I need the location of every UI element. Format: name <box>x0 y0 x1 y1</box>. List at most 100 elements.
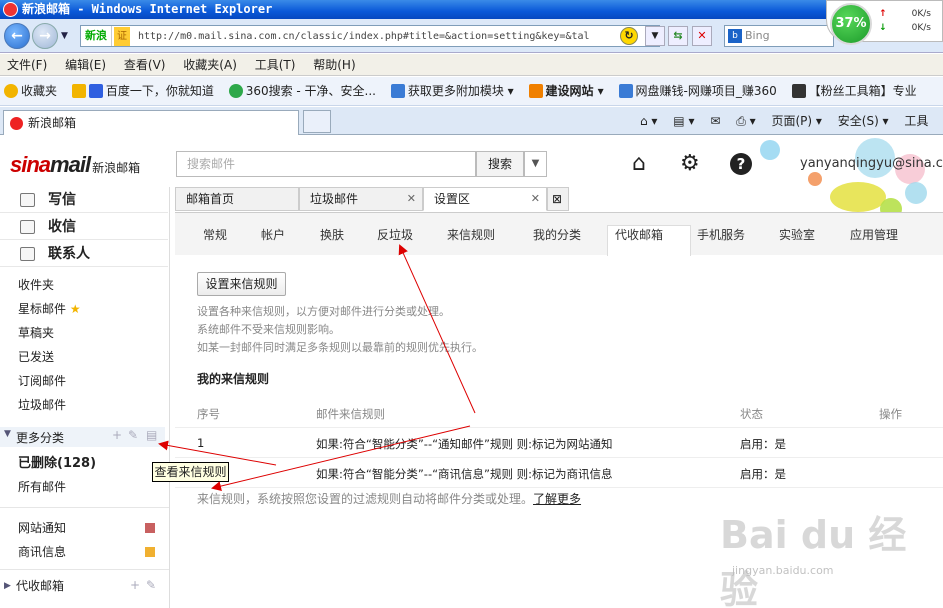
compat-view-icon[interactable]: ↻ <box>620 27 638 45</box>
fav-item-addons[interactable]: 获取更多附加模块 ▾ <box>387 77 518 105</box>
fav-item-netdisk[interactable]: 网盘赚钱-网赚项目_赚360 <box>615 77 781 105</box>
home-button[interactable]: ⌂ ▾ <box>640 109 657 133</box>
desc-line-3: 如某一封邮件同时满足多条规则以最靠前的规则优先执行。 <box>197 341 483 354</box>
my-rules-heading: 我的来信规则 <box>197 372 270 386</box>
cert-badge[interactable]: 证 <box>114 27 130 46</box>
sina-mail-logo[interactable]: sinamail 新浪邮箱 <box>10 152 140 178</box>
mail-search-input[interactable]: 搜索邮件 <box>176 151 476 177</box>
fav-item-360[interactable]: 360搜索 - 干净、安全... <box>225 77 380 105</box>
receive-button[interactable]: 收信 <box>0 214 168 240</box>
chevron-down-icon[interactable]: ▼ <box>524 151 547 177</box>
menu-tools[interactable]: 工具(T) <box>248 54 303 76</box>
folder-spam[interactable]: 垃圾邮件 <box>18 396 66 414</box>
folder-inbox[interactable]: 收件夹 <box>18 276 54 294</box>
history-dropdown-icon[interactable]: ▼ <box>61 31 68 41</box>
folder-deleted[interactable]: 已删除(128) <box>18 455 96 473</box>
fav-item-build-site[interactable]: 建设网站 ▾ <box>525 77 608 105</box>
rule-no: 1 <box>197 436 205 450</box>
decor-flower <box>808 172 822 186</box>
contacts-button[interactable]: 联系人 <box>0 241 168 267</box>
read-mail-button[interactable]: ✉ <box>710 109 720 133</box>
close-all-tabs-icon[interactable]: ⊠ <box>547 187 569 211</box>
safety-menu[interactable]: 安全(S) ▾ <box>838 109 889 133</box>
tools-menu[interactable]: 工具 <box>904 109 928 133</box>
help-icon[interactable]: ? <box>730 153 752 175</box>
page-menu[interactable]: 页面(P) ▾ <box>771 109 821 133</box>
user-email[interactable]: yanyanqingyu@sina.cn <box>800 156 943 171</box>
more-categories-row[interactable]: ▼ 更多分类 + ✎ ▤ <box>0 427 165 447</box>
print-button[interactable]: ⎙ ▾ <box>736 109 755 133</box>
ie-page-icon <box>618 84 633 98</box>
gear-icon[interactable]: ⚙ <box>680 153 700 175</box>
address-dropdown-icon[interactable]: ▼ <box>645 26 665 46</box>
browser-search-input[interactable]: b Bing <box>724 25 834 47</box>
triangle-right-icon[interactable]: ▶ <box>4 581 11 591</box>
browser-tab-label: 新浪邮箱 <box>28 116 77 130</box>
network-speed-widget[interactable]: 37% ↑ 0K/s ↓ 0K/s <box>826 0 943 45</box>
stop-icon[interactable]: ✕ <box>692 26 712 46</box>
window-titlebar: 新浪邮箱 - Windows Internet Explorer <box>0 0 943 19</box>
col-header-action: 操作 <box>879 407 902 421</box>
folder-starred[interactable]: 星标邮件 ★ <box>18 300 81 318</box>
feeds-button[interactable]: ▤ ▾ <box>673 109 694 133</box>
home-icon[interactable]: ⌂ <box>632 153 646 175</box>
folder-drafts[interactable]: 草稿夹 <box>18 324 54 342</box>
close-icon[interactable]: ✕ <box>407 188 416 210</box>
address-bar[interactable]: 新浪证 http://m0.mail.sina.com.cn/classic/in… <box>80 25 660 47</box>
table-header: 序号 邮件来信规则 状态 操作 <box>175 398 943 428</box>
add-icon[interactable]: + <box>130 578 140 592</box>
desc-line-1: 设置各种来信规则，以方便对邮件进行分类或处理。 <box>197 305 450 318</box>
favorites-button[interactable]: 收藏夹 <box>0 77 61 105</box>
subtab-account[interactable]: 帐户 <box>261 226 285 243</box>
tools-icon <box>791 84 806 98</box>
compose-button[interactable]: 写信 <box>0 187 168 213</box>
subtab-my-categories[interactable]: 我的分类 <box>533 226 581 243</box>
tab-mail-home[interactable]: 邮箱首页 <box>175 187 299 211</box>
edit-icon[interactable]: ✎ <box>128 428 138 442</box>
back-arrow-icon[interactable]: ← <box>4 23 30 49</box>
subtab-lab[interactable]: 实验室 <box>779 226 815 243</box>
folder-subscriptions[interactable]: 订阅邮件 <box>18 372 66 390</box>
bing-logo-icon: b <box>728 29 742 43</box>
favorites-bar: 收藏夹 百度一下，你就知道 360搜索 - 干净、安全... 获取更多附加模块 … <box>0 77 943 106</box>
menu-file[interactable]: 文件(F) <box>0 54 54 76</box>
edit-icon[interactable]: ✎ <box>146 578 156 592</box>
new-tab-button[interactable] <box>303 110 331 133</box>
subtab-skin[interactable]: 换肤 <box>320 226 344 243</box>
label-business-info[interactable]: 商讯信息 <box>18 543 66 561</box>
learn-more-link[interactable]: 了解更多 <box>533 492 581 506</box>
subtab-general[interactable]: 常规 <box>203 226 227 243</box>
subtab-mobile[interactable]: 手机服务 <box>697 226 745 243</box>
subtab-collect-mail[interactable]: 代收邮箱 <box>615 226 663 243</box>
forward-arrow-icon[interactable]: → <box>32 23 58 49</box>
set-rule-button[interactable]: 设置来信规则 <box>197 272 286 296</box>
label-site-notice[interactable]: 网站通知 <box>18 519 66 537</box>
menu-edit[interactable]: 编辑(E) <box>58 54 113 76</box>
table-row[interactable]: 1 如果:符合“智能分类”--“通知邮件”规则 则:标记为网站通知 启用：是 <box>175 428 943 458</box>
tab-spam[interactable]: 垃圾邮件 ✕ <box>299 187 423 211</box>
menu-favorites[interactable]: 收藏夹(A) <box>176 54 244 76</box>
menu-view[interactable]: 查看(V) <box>117 54 173 76</box>
subtab-incoming-rules[interactable]: 来信规则 <box>447 226 495 243</box>
refresh-icon[interactable]: ⇆ <box>668 26 688 46</box>
subtab-app-manage[interactable]: 应用管理 <box>850 226 898 243</box>
ie-app-icon <box>3 2 18 17</box>
subtab-antispam[interactable]: 反垃圾 <box>377 226 413 243</box>
folder-sent[interactable]: 已发送 <box>18 348 54 366</box>
table-row[interactable]: 如果:符合“智能分类”--“商讯信息”规则 则:标记为商讯信息 启用：是 <box>175 458 943 488</box>
folder-collect-mail[interactable]: 代收邮箱 <box>16 577 64 595</box>
close-icon[interactable]: ✕ <box>531 188 540 210</box>
settings-subnav: 常规 帐户 换肤 反垃圾 来信规则 我的分类 代收邮箱 手机服务 实验室 应用管… <box>175 212 943 256</box>
contacts-icon <box>20 247 35 261</box>
browser-tab-sina-mail[interactable]: 新浪邮箱 <box>3 110 299 135</box>
add-icon[interactable]: + <box>112 428 122 442</box>
menu-help[interactable]: 帮助(H) <box>306 54 362 76</box>
fav-item-fans-toolbox[interactable]: 【粉丝工具箱】专业 <box>788 77 921 105</box>
tab-settings[interactable]: 设置区 ✕ <box>423 187 547 211</box>
mail-search-button[interactable]: 搜索 <box>476 151 524 177</box>
folder-all-mail[interactable]: 所有邮件 <box>18 478 66 496</box>
fav-item-baidu[interactable]: 百度一下，你就知道 <box>68 77 218 105</box>
rules-icon[interactable]: ▤ <box>146 428 157 442</box>
window-title: 新浪邮箱 - Windows Internet Explorer <box>22 2 273 16</box>
col-header-no: 序号 <box>197 407 220 421</box>
